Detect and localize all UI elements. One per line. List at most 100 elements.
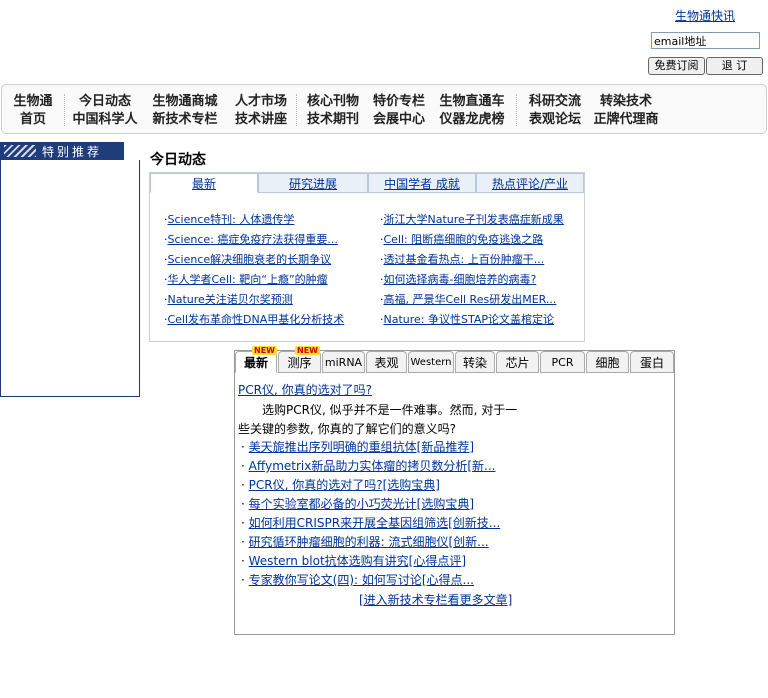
lead-article-link[interactable]: PCR仪, 你真的选对了吗?: [238, 381, 372, 398]
tab-sequencing[interactable]: NEW 测序: [278, 346, 321, 373]
tab-mirna[interactable]: miRNA: [322, 351, 365, 373]
email-input[interactable]: [651, 32, 760, 49]
article-item: · 美天旎推出序列明确的重组抗体[新品推荐]: [241, 440, 475, 454]
article-link[interactable]: Affymetrix新品助力实体瘤的拷贝数分析[新...: [249, 459, 496, 473]
news-link[interactable]: Cell: 阻断癌细胞的免疫逃逸之路: [384, 233, 544, 246]
nav-link[interactable]: 生物通: [12, 93, 54, 111]
nav-link[interactable]: 人才市场: [232, 93, 290, 111]
news-item: ·Cell: 阻断癌细胞的免疫逃逸之路: [380, 233, 544, 246]
tab-hot-comments[interactable]: 热点评论/产业: [476, 173, 584, 193]
news-link[interactable]: Cell发布革命性DNA甲基化分析技术: [168, 313, 345, 326]
news-item: ·Science特刊: 人体遗传学: [164, 213, 295, 226]
article-link[interactable]: 研究循环肿瘤细胞的利器: 流式细胞仪[创新...: [249, 535, 489, 549]
article-item: · PCR仪, 你真的选对了吗?[选购宝典]: [241, 478, 440, 492]
special-recommend-header: 特别推荐: [0, 142, 124, 160]
nav-link[interactable]: 生物通商城: [150, 93, 220, 111]
news-link[interactable]: Science解决细胞衰老的长期争议: [168, 253, 332, 266]
nav-link[interactable]: 会展中心: [370, 111, 428, 129]
nav-link[interactable]: 生物直通车: [436, 93, 508, 111]
article-item: · 研究循环肿瘤细胞的利器: 流式细胞仪[创新...: [241, 535, 489, 549]
news-link[interactable]: 高福, 严景华Cell Res研发出MER...: [384, 293, 557, 306]
news-item: ·透过基金看热点: 上百份肿瘤干...: [380, 253, 545, 266]
tab-transfection[interactable]: 转染: [455, 351, 495, 373]
news-item: ·Nature关注诺贝尔奖预测: [164, 293, 293, 306]
special-recommend-box: [0, 160, 140, 397]
subscribe-button[interactable]: 免费订阅: [648, 57, 705, 75]
new-badge: NEW: [295, 346, 320, 355]
newsflash-link[interactable]: 生物通快讯: [675, 7, 735, 24]
nav-link[interactable]: 新技术专栏: [150, 111, 220, 129]
nav-col[interactable]: 人才市场 技术讲座: [232, 93, 290, 129]
news-link[interactable]: 华人学者Cell: 靶向“上瘾”的肿瘤: [168, 273, 328, 286]
nav-link[interactable]: 技术期刊: [304, 111, 362, 129]
nav-col[interactable]: 转染技术 正牌代理商: [592, 93, 660, 129]
nav-link[interactable]: 科研交流: [526, 93, 584, 111]
nav-link[interactable]: 技术讲座: [232, 111, 290, 129]
nav-divider: [516, 94, 518, 126]
nav-col[interactable]: 核心刊物 技术期刊: [304, 93, 362, 129]
section-title-today: 今日动态: [150, 152, 206, 168]
news-link[interactable]: Science特刊: 人体遗传学: [168, 213, 295, 226]
news-link[interactable]: Nature: 争议性STAP论文盖棺定论: [384, 313, 555, 326]
lead-summary-text: 选购PCR仪, 似乎并不是一件难事。然而, 对于一些关键的参数, 你真的了解它们…: [238, 403, 518, 436]
article-link[interactable]: Western blot抗体选购有讲究[心得点评]: [249, 554, 466, 568]
unsubscribe-button[interactable]: 退 订: [706, 57, 763, 75]
nav-col[interactable]: 科研交流 表观论坛: [526, 93, 584, 129]
lead-article-summary: 选购PCR仪, 似乎并不是一件难事。然而, 对于一些关键的参数, 你真的了解它们…: [238, 401, 528, 439]
article-link[interactable]: 美天旎推出序列明确的重组抗体[新品推荐]: [249, 440, 474, 454]
more-articles-link[interactable]: [进入新技术专栏看更多文章]: [359, 591, 512, 608]
article-item: · Affymetrix新品助力实体瘤的拷贝数分析[新...: [241, 459, 496, 473]
nav-home[interactable]: 生物通 首页: [12, 93, 54, 129]
article-item: · Western blot抗体选购有讲究[心得点评]: [241, 554, 467, 568]
news-item: ·Science解决细胞衰老的长期争议: [164, 253, 332, 266]
news-item: ·Cell发布革命性DNA甲基化分析技术: [164, 313, 345, 326]
news-item: ·如何选择病毒-细胞培养的病毒?: [380, 273, 537, 286]
nav-col[interactable]: 今日动态 中国科学人: [72, 93, 138, 129]
nav-divider: [64, 94, 66, 126]
nav-link[interactable]: 中国科学人: [72, 111, 138, 129]
article-link[interactable]: 如何利用CRISPR来开展全基因组筛选[创新技...: [249, 516, 501, 530]
article-item: · 每个实验室都必备的小巧荧光计[选购宝典]: [241, 497, 475, 511]
tab-western[interactable]: Western: [408, 351, 454, 373]
nav-link[interactable]: 核心刊物: [304, 93, 362, 111]
tab-label: 最新: [243, 356, 268, 370]
tab-latest[interactable]: NEW 最新: [235, 346, 277, 373]
article-item: · 如何利用CRISPR来开展全基因组筛选[创新技...: [241, 516, 501, 530]
article-item: · 专家教你写论文(四): 如何写讨论[心得点...: [241, 573, 474, 587]
news-link[interactable]: Science: 癌症免疫疗法获得重要...: [168, 233, 338, 246]
news-item: ·浙江大学Nature子刊发表癌症新成果: [380, 213, 564, 226]
tab-chip[interactable]: 芯片: [496, 351, 539, 373]
news-link[interactable]: 透过基金看热点: 上百份肿瘤干...: [384, 253, 545, 266]
news-item: ·Nature: 争议性STAP论文盖棺定论: [380, 313, 555, 326]
news-link[interactable]: 如何选择病毒-细胞培养的病毒?: [384, 273, 537, 286]
tab-research[interactable]: 研究进展: [258, 173, 368, 193]
tab-chinese-scholars[interactable]: 中国学者 成就: [368, 173, 476, 193]
article-link[interactable]: 每个实验室都必备的小巧荧光计[选购宝典]: [249, 497, 474, 511]
news-link[interactable]: 浙江大学Nature子刊发表癌症新成果: [384, 213, 564, 226]
nav-link[interactable]: 仪器龙虎榜: [436, 111, 508, 129]
nav-col[interactable]: 生物通商城 新技术专栏: [150, 93, 220, 129]
nav-link[interactable]: 今日动态: [72, 93, 138, 111]
tab-protein[interactable]: 蛋白: [630, 351, 674, 373]
new-badge: NEW: [252, 346, 277, 355]
today-news-panel: 最新 研究进展 中国学者 成就 热点评论/产业 ·Science特刊: 人体遗传…: [149, 172, 585, 342]
nav-link[interactable]: 正牌代理商: [592, 111, 660, 129]
news-link[interactable]: Nature关注诺贝尔奖预测: [168, 293, 293, 306]
tab-pcr[interactable]: PCR: [540, 351, 585, 373]
news-item: ·Science: 癌症免疫疗法获得重要...: [164, 233, 338, 246]
article-link[interactable]: PCR仪, 你真的选对了吗?[选购宝典]: [249, 478, 440, 492]
nav-link[interactable]: 特价专栏: [370, 93, 428, 111]
tab-epigenetics[interactable]: 表观: [366, 351, 407, 373]
nav-col[interactable]: 特价专栏 会展中心: [370, 93, 428, 129]
news-item: ·高福, 严景华Cell Res研发出MER...: [380, 293, 557, 306]
tab-cell[interactable]: 细胞: [586, 351, 629, 373]
nav-link[interactable]: 转染技术: [592, 93, 660, 111]
nav-link[interactable]: 首页: [12, 111, 54, 129]
news-item: ·华人学者Cell: 靶向“上瘾”的肿瘤: [164, 273, 328, 286]
nav-col[interactable]: 生物直通车 仪器龙虎榜: [436, 93, 508, 129]
nav-link[interactable]: 表观论坛: [526, 111, 584, 129]
special-recommend-title: 特别推荐: [42, 145, 103, 159]
tab-latest[interactable]: 最新: [150, 173, 258, 193]
article-link[interactable]: 专家教你写论文(四): 如何写讨论[心得点...: [249, 573, 474, 587]
nav-divider: [296, 94, 298, 126]
